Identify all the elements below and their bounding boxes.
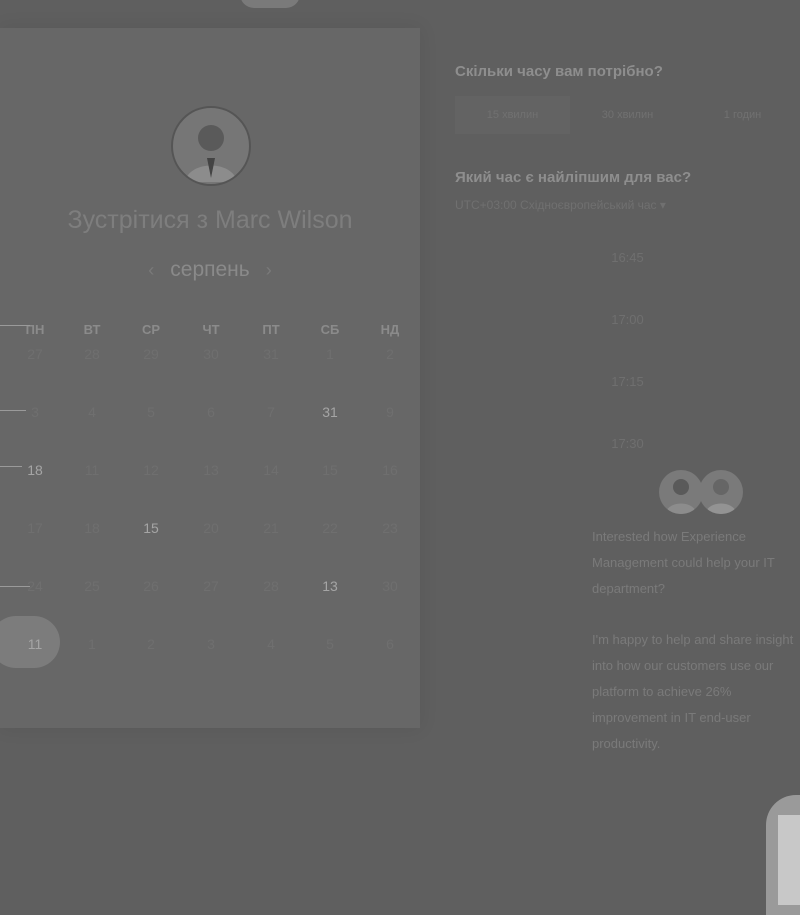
calendar-day[interactable]: 18	[72, 520, 112, 536]
duration-option-15[interactable]: 15 хвилин	[455, 96, 570, 134]
chat-launcher-button[interactable]	[766, 795, 800, 915]
calendar-day[interactable]: 14	[251, 462, 291, 478]
calendar-day[interactable]: 16	[370, 462, 410, 478]
calendar-day[interactable]: 11	[15, 636, 55, 652]
duration-heading: Скільки часу вам потрібно?	[455, 63, 663, 80]
calendar-day[interactable]: 5	[310, 636, 350, 652]
calendar-day[interactable]: 5	[131, 404, 171, 420]
time-slot[interactable]: 16:45	[455, 236, 800, 280]
calendar-day[interactable]: 21	[251, 520, 291, 536]
time-heading: Який час є найліпшим для вас?	[455, 169, 692, 186]
calendar-day[interactable]: 9	[370, 404, 410, 420]
calendar-day[interactable]: 13	[310, 578, 350, 594]
bio-paragraph-1: Interested how Experience Management cou…	[592, 529, 775, 596]
calendar-day[interactable]: 4	[251, 636, 291, 652]
chat-icon	[778, 815, 800, 905]
calendar-day[interactable]: 20	[191, 520, 231, 536]
calendar-day[interactable]: 23	[370, 520, 410, 536]
calendar-day[interactable]: 28	[251, 578, 291, 594]
time-slot[interactable]: 17:00	[455, 298, 800, 342]
calendar-day[interactable]: 22	[310, 520, 350, 536]
person-icon	[665, 479, 697, 514]
calendar-day[interactable]: 31	[251, 346, 291, 362]
calendar-day[interactable]: 24	[15, 578, 55, 594]
top-tooltip-tail	[240, 0, 300, 8]
host-avatar-small	[659, 470, 703, 514]
time-slot[interactable]: 17:30	[455, 422, 800, 466]
calendar-day[interactable]: 27	[15, 346, 55, 362]
duration-option-60[interactable]: 1 годин	[685, 96, 800, 134]
person-icon	[705, 479, 737, 514]
calendar-day[interactable]: 15	[131, 520, 171, 536]
calendar-day[interactable]: 12	[131, 462, 171, 478]
calendar-day[interactable]: 27	[191, 578, 231, 594]
calendar-day[interactable]: 13	[191, 462, 231, 478]
calendar-day[interactable]: 1	[72, 636, 112, 652]
calendar-day[interactable]: 1	[310, 346, 350, 362]
time-slot[interactable]: 17:15	[455, 360, 800, 404]
bio-paragraph-2: I'm happy to help and share insight into…	[592, 632, 794, 751]
calendar-day[interactable]: 30	[370, 578, 410, 594]
calendar-day[interactable]: 15	[310, 462, 350, 478]
calendar-grid: 27 28 29 30 31 1 2 3 4 5 6 7 31 9 18 11 12 13 14 15 16 17 18 15…	[0, 28, 420, 728]
calendar-day[interactable]: 7	[251, 404, 291, 420]
calendar-day[interactable]: 6	[370, 636, 410, 652]
calendar-day[interactable]: 30	[191, 346, 231, 362]
duration-options: 15 хвилин 30 хвилин 1 годин	[455, 96, 800, 134]
scheduler-card: Зустрітися з Marc Wilson ‹ серпень › ПН …	[0, 28, 420, 728]
calendar-day[interactable]: 29	[131, 346, 171, 362]
calendar-day[interactable]: 28	[72, 346, 112, 362]
calendar-day[interactable]: 6	[191, 404, 231, 420]
calendar-day[interactable]: 3	[15, 404, 55, 420]
calendar-day[interactable]: 26	[131, 578, 171, 594]
calendar-day[interactable]: 2	[131, 636, 171, 652]
calendar-day[interactable]: 31	[310, 404, 350, 420]
calendar-day[interactable]: 17	[15, 520, 55, 536]
colleague-avatar-small	[699, 470, 743, 514]
calendar-day[interactable]: 3	[191, 636, 231, 652]
calendar-day[interactable]: 18	[15, 462, 55, 478]
calendar-day[interactable]: 11	[72, 462, 112, 478]
calendar-day[interactable]: 4	[72, 404, 112, 420]
calendar-day[interactable]: 25	[72, 578, 112, 594]
duration-option-30[interactable]: 30 хвилин	[570, 96, 685, 134]
timezone-select[interactable]: UTC+03:00 Східноєвропейський час ▾	[455, 198, 666, 212]
calendar-day[interactable]: 2	[370, 346, 410, 362]
